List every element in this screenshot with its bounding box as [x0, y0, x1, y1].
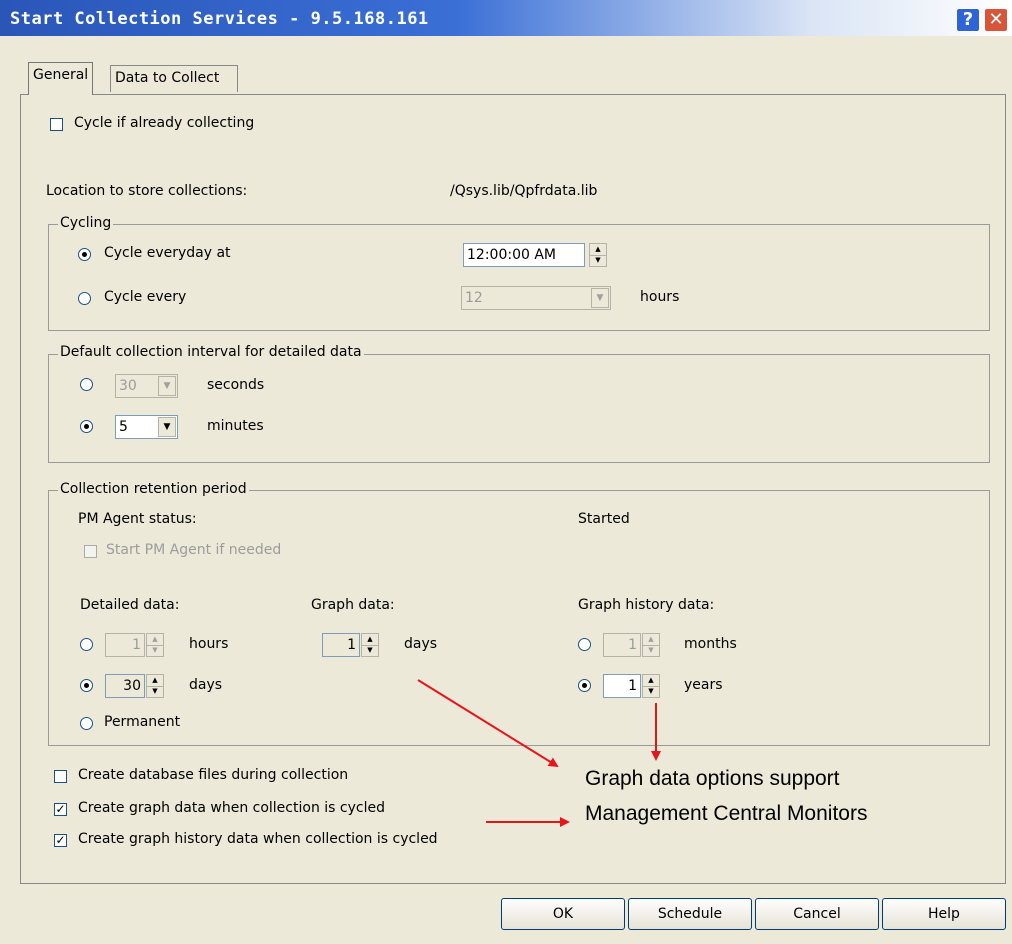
tab-general[interactable]: General: [28, 62, 94, 95]
schedule-button[interactable]: Schedule: [628, 898, 752, 930]
arrow-graph-data: [417, 679, 559, 768]
cancel-button[interactable]: Cancel: [755, 898, 879, 930]
callout-arrows: [417, 679, 661, 827]
dialog-window: Start Collection Services - 9.5.168.161 …: [0, 0, 1012, 944]
help-button[interactable]: Help: [882, 898, 1006, 930]
ok-button[interactable]: OK: [501, 898, 625, 930]
